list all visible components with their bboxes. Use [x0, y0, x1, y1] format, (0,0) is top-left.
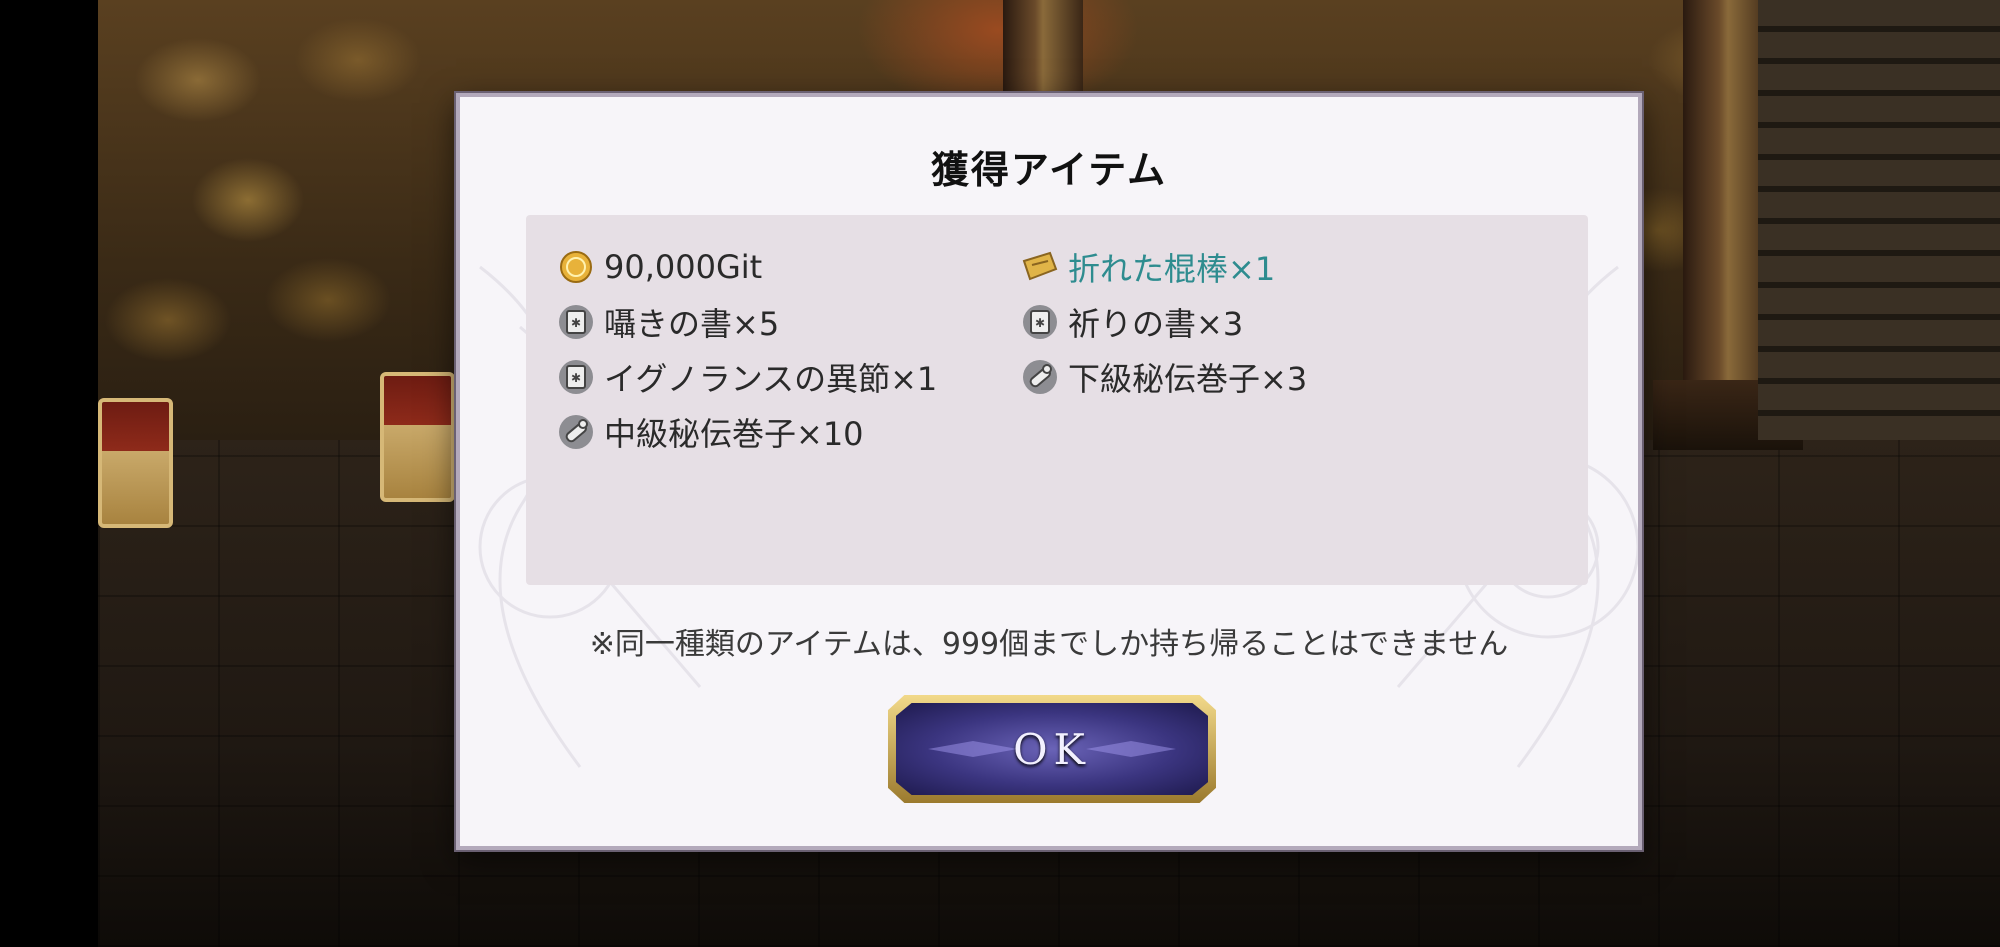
gold-coin-icon: [556, 247, 596, 287]
item-label: 下級秘伝巻子×3: [1068, 360, 1308, 398]
scroll-icon: [556, 412, 596, 452]
item-label: 中級秘伝巻子×10: [604, 415, 864, 453]
item-label: イグノランスの異節×1: [604, 360, 938, 398]
acquired-items-dialog: 獲得アイテム 90,000Git 折れた棍棒×1 ✱ 囁きの書×5 ✱ 祈りの書…: [456, 93, 1642, 850]
book-icon: ✱: [556, 302, 596, 342]
item-whisper-book: ✱ 囁きの書×5: [556, 300, 779, 344]
scroll-icon: [1020, 357, 1060, 397]
letterbox-left: [0, 0, 98, 947]
book-icon: ✱: [556, 357, 596, 397]
svg-text:✱: ✱: [571, 316, 581, 330]
dialog-title: 獲得アイテム: [930, 147, 1168, 192]
item-label: 90,000Git: [604, 248, 763, 286]
ok-button[interactable]: OK: [888, 695, 1216, 803]
item-label: 囁きの書×5: [604, 305, 780, 343]
ok-button-label: OK: [1013, 724, 1091, 774]
item-middle-scroll: 中級秘伝巻子×10: [556, 410, 864, 454]
item-lower-scroll: 下級秘伝巻子×3: [1020, 355, 1307, 399]
item-ignorance-book: ✱ イグノランスの異節×1: [556, 355, 937, 399]
stairs: [1758, 0, 2000, 440]
book-icon: ✱: [1020, 302, 1060, 342]
item-gold: 90,000Git: [556, 245, 762, 289]
item-label: 祈りの書×3: [1068, 305, 1244, 343]
svg-text:✱: ✱: [1035, 316, 1045, 330]
treasure-chest-center: [380, 372, 455, 502]
item-label: 折れた棍棒×1: [1068, 250, 1276, 288]
broken-club-icon: [1020, 247, 1060, 287]
item-broken-club: 折れた棍棒×1: [1020, 245, 1275, 289]
treasure-chest-left: [98, 398, 173, 528]
items-panel: 90,000Git 折れた棍棒×1 ✱ 囁きの書×5 ✱ 祈りの書×3 ✱ イグ…: [526, 215, 1588, 585]
item-limit-note: ※同一種類のアイテムは、999個までしか持ち帰ることはできません: [589, 627, 1509, 662]
item-prayer-book: ✱ 祈りの書×3: [1020, 300, 1243, 344]
svg-text:✱: ✱: [571, 371, 581, 385]
